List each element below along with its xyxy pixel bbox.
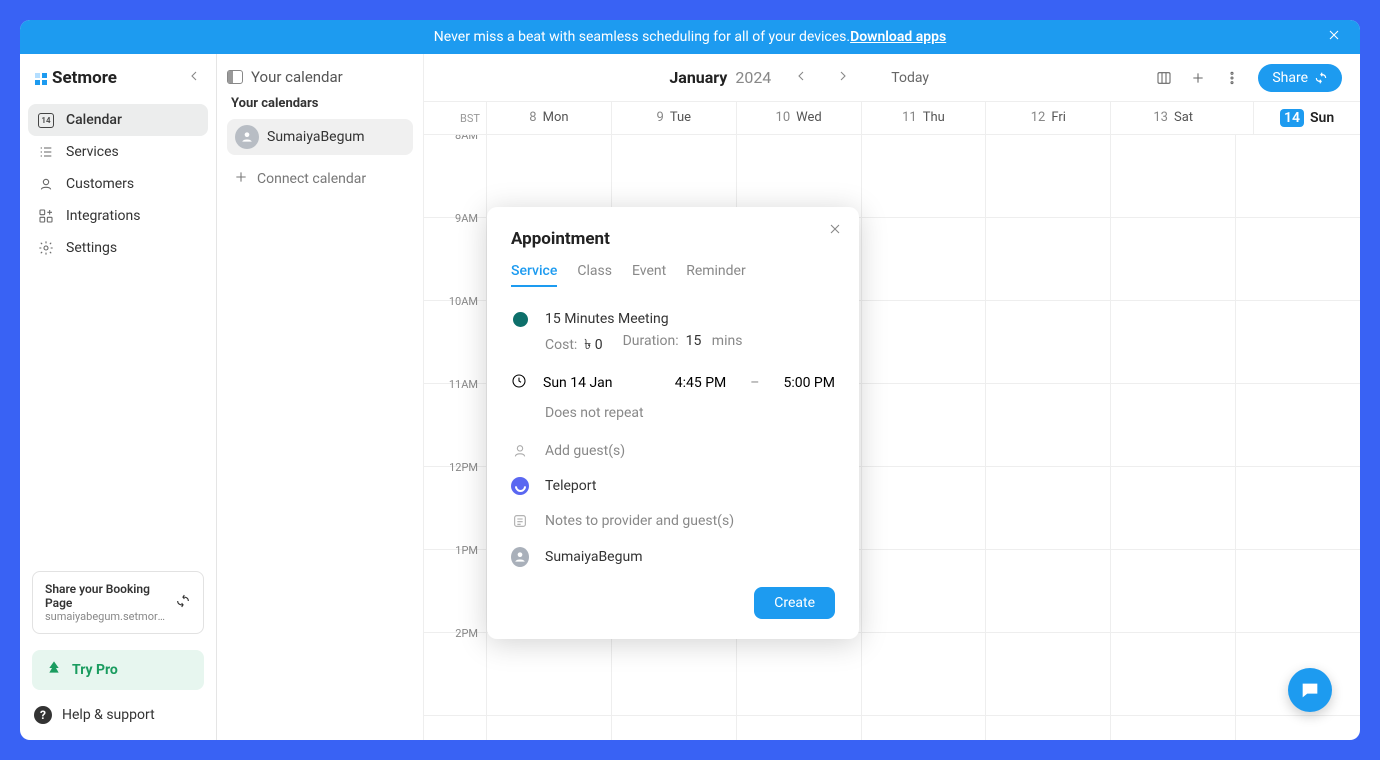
avatar-icon bbox=[511, 547, 529, 567]
add-button[interactable] bbox=[1190, 70, 1206, 86]
time-label: 8AM bbox=[455, 135, 478, 142]
day-header[interactable]: 9Tue bbox=[611, 102, 736, 134]
calendars-panel: Your calendar Your calendars SumaiyaBegu… bbox=[217, 54, 424, 740]
video-row[interactable]: Teleport bbox=[511, 471, 835, 501]
time-label: 1PM bbox=[455, 544, 478, 557]
cost-value[interactable]: ৳ 0 bbox=[584, 337, 602, 353]
sidebar-item-services[interactable]: Services bbox=[28, 136, 208, 168]
plus-icon bbox=[233, 169, 249, 189]
create-button[interactable]: Create bbox=[754, 587, 835, 619]
datetime-row[interactable]: Sun 14 Jan 4:45 PM – 5:00 PM bbox=[511, 367, 835, 399]
start-time[interactable]: 4:45 PM bbox=[675, 375, 727, 391]
provider-row[interactable]: SumaiyaBegum bbox=[511, 541, 835, 573]
banner-text: Never miss a beat with seamless scheduli… bbox=[434, 29, 850, 45]
more-icon[interactable] bbox=[1224, 70, 1240, 86]
close-popup-button[interactable] bbox=[827, 221, 843, 241]
list-icon bbox=[38, 144, 54, 160]
teleport-icon bbox=[511, 477, 529, 495]
share-button[interactable]: Share bbox=[1258, 64, 1342, 92]
columns-icon[interactable] bbox=[1156, 70, 1172, 86]
your-calendars-label: Your calendars bbox=[231, 96, 409, 111]
promo-banner: Never miss a beat with seamless scheduli… bbox=[20, 20, 1360, 54]
duration-value[interactable]: 15 bbox=[686, 333, 702, 349]
end-time[interactable]: 5:00 PM bbox=[783, 375, 835, 391]
day-header[interactable]: 13Sat bbox=[1110, 102, 1235, 134]
user-icon bbox=[38, 176, 54, 192]
grid-plus-icon bbox=[38, 208, 54, 224]
popup-title: Appointment bbox=[511, 229, 835, 249]
notes-row[interactable]: Notes to provider and guest(s) bbox=[511, 507, 835, 535]
brand-logo[interactable]: Setmore bbox=[34, 68, 117, 88]
day-header[interactable]: 14Sun bbox=[1253, 102, 1360, 134]
day-header[interactable]: 8Mon bbox=[486, 102, 611, 134]
avatar-icon bbox=[235, 125, 259, 149]
day-header[interactable]: 11Thu bbox=[861, 102, 986, 134]
timezone-label: BST bbox=[424, 112, 486, 125]
month-label: January bbox=[669, 68, 727, 87]
time-label: 11AM bbox=[449, 378, 478, 391]
prev-month-button[interactable] bbox=[789, 68, 813, 88]
repeat-row[interactable]: Does not repeat bbox=[511, 399, 835, 427]
sidebar-item-customers[interactable]: Customers bbox=[28, 168, 208, 200]
close-icon[interactable] bbox=[1326, 27, 1342, 47]
panel-icon bbox=[227, 70, 243, 84]
logo-icon bbox=[34, 72, 46, 84]
time-label: 9AM bbox=[455, 212, 478, 225]
service-name: 15 Minutes Meeting bbox=[545, 311, 669, 327]
date-value[interactable]: Sun 14 Jan bbox=[543, 375, 613, 391]
sidebar-item-integrations[interactable]: Integrations bbox=[28, 200, 208, 232]
tab-event[interactable]: Event bbox=[632, 263, 666, 287]
collapse-sidebar-icon[interactable] bbox=[186, 68, 202, 88]
share-icon bbox=[175, 593, 191, 612]
try-pro-button[interactable]: Try Pro bbox=[32, 650, 204, 690]
sidebar-item-label: Calendar bbox=[66, 112, 122, 128]
year-label: 2024 bbox=[735, 68, 771, 87]
gear-icon bbox=[38, 240, 54, 256]
tab-class[interactable]: Class bbox=[577, 263, 612, 287]
day-column[interactable] bbox=[1110, 135, 1235, 740]
day-column[interactable] bbox=[985, 135, 1110, 740]
clock-icon bbox=[511, 373, 527, 393]
day-header[interactable]: 10Wed bbox=[736, 102, 861, 134]
sidebar-item-settings[interactable]: Settings bbox=[28, 232, 208, 264]
time-label: 2PM bbox=[455, 627, 478, 640]
time-label: 12PM bbox=[449, 461, 478, 474]
tab-service[interactable]: Service bbox=[511, 263, 557, 287]
sidebar-item-label: Customers bbox=[66, 176, 134, 192]
calendar-icon: 14 bbox=[38, 112, 54, 128]
day-header[interactable]: 12Fri bbox=[985, 102, 1110, 134]
day-column[interactable] bbox=[861, 135, 986, 740]
time-label: 10AM bbox=[449, 295, 478, 308]
share-booking-card[interactable]: Share your Booking Page sumaiyabegum.set… bbox=[32, 571, 204, 634]
sidebar-item-label: Services bbox=[66, 144, 119, 160]
sidebar-item-label: Integrations bbox=[66, 208, 140, 224]
tree-icon bbox=[46, 660, 62, 680]
sidebar: Setmore 14 Calendar Services Customers bbox=[20, 54, 217, 740]
calendar-view: January 2024 Today Share bbox=[424, 54, 1360, 740]
panel-title: Your calendar bbox=[251, 68, 343, 86]
notes-icon bbox=[511, 513, 529, 529]
question-icon: ? bbox=[34, 706, 52, 724]
today-button[interactable]: Today bbox=[891, 70, 929, 86]
chat-fab[interactable] bbox=[1288, 668, 1332, 712]
appointment-popup: Appointment Service Class Event Reminder… bbox=[487, 207, 859, 639]
service-row[interactable]: 15 Minutes Meeting bbox=[511, 305, 835, 333]
calendar-user-chip[interactable]: SumaiyaBegum bbox=[227, 119, 413, 155]
service-color-dot bbox=[513, 312, 528, 327]
download-apps-link[interactable]: Download apps bbox=[850, 29, 946, 45]
person-icon bbox=[511, 443, 529, 459]
sidebar-item-label: Settings bbox=[66, 240, 117, 256]
tab-reminder[interactable]: Reminder bbox=[686, 263, 746, 287]
connect-calendar-button[interactable]: Connect calendar bbox=[227, 165, 413, 193]
add-guests-row[interactable]: Add guest(s) bbox=[511, 437, 835, 465]
day-column[interactable] bbox=[1235, 135, 1360, 740]
sidebar-item-calendar[interactable]: 14 Calendar bbox=[28, 104, 208, 136]
next-month-button[interactable] bbox=[831, 68, 855, 88]
help-support-button[interactable]: ? Help & support bbox=[32, 702, 204, 728]
